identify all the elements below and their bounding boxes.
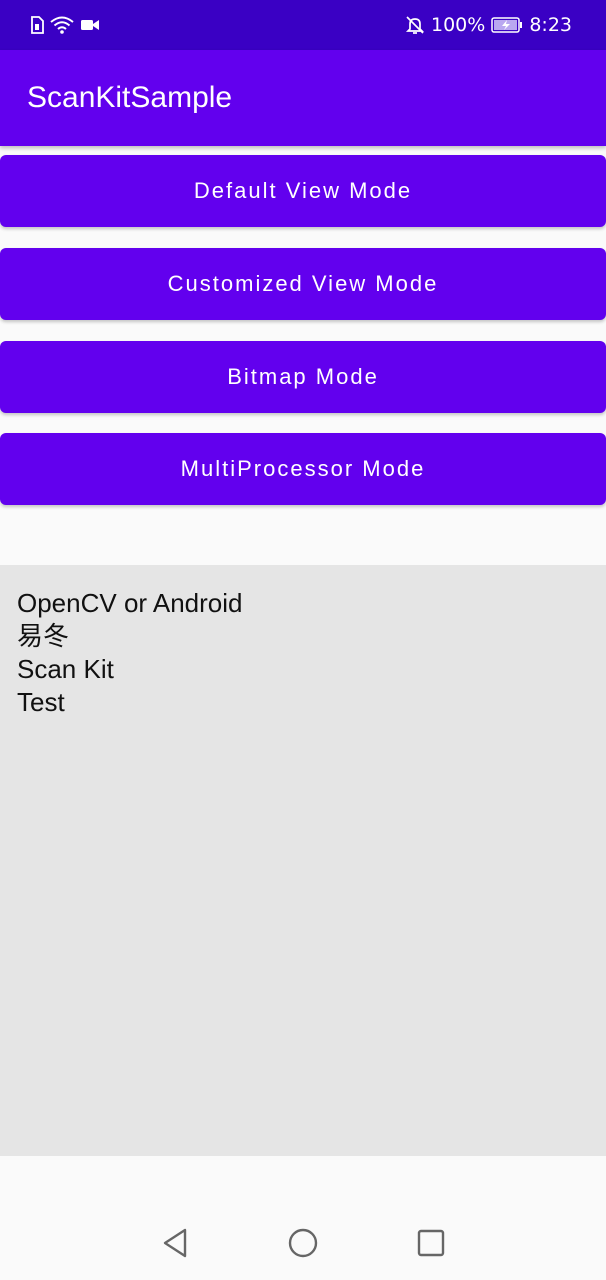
bitmap-mode-button[interactable]: Bitmap Mode bbox=[0, 341, 606, 413]
result-line: OpenCV or Android bbox=[17, 588, 243, 618]
result-line: Test bbox=[17, 687, 65, 717]
scan-result-panel: OpenCV or Android 易冬 Scan Kit Test bbox=[0, 565, 606, 1156]
video-camera-icon bbox=[80, 18, 100, 32]
recents-button[interactable] bbox=[413, 1225, 449, 1261]
back-button[interactable] bbox=[157, 1225, 193, 1261]
status-right-icons: 100% 8:23 bbox=[405, 14, 572, 36]
wifi-icon bbox=[50, 16, 74, 34]
status-bar: 100% 8:23 bbox=[0, 0, 606, 50]
bell-off-icon bbox=[405, 15, 425, 35]
battery-percent: 100% bbox=[431, 14, 486, 36]
result-line: Scan Kit bbox=[17, 654, 114, 684]
home-icon bbox=[288, 1228, 318, 1258]
recents-icon bbox=[417, 1229, 445, 1257]
status-left-icons bbox=[30, 16, 100, 34]
default-view-mode-button[interactable]: Default View Mode bbox=[0, 155, 606, 227]
status-time: 8:23 bbox=[529, 14, 572, 36]
back-icon bbox=[163, 1228, 187, 1258]
app-bar: ScanKitSample bbox=[0, 50, 606, 146]
battery-charging-icon bbox=[491, 17, 523, 33]
navigation-bar bbox=[0, 1206, 606, 1280]
app-title: ScanKitSample bbox=[27, 81, 233, 114]
home-button[interactable] bbox=[285, 1225, 321, 1261]
customized-view-mode-button[interactable]: Customized View Mode bbox=[0, 248, 606, 320]
multiprocessor-mode-button[interactable]: MultiProcessor Mode bbox=[0, 433, 606, 505]
result-line: 易冬 bbox=[17, 621, 70, 651]
sim-card-icon bbox=[30, 16, 44, 34]
